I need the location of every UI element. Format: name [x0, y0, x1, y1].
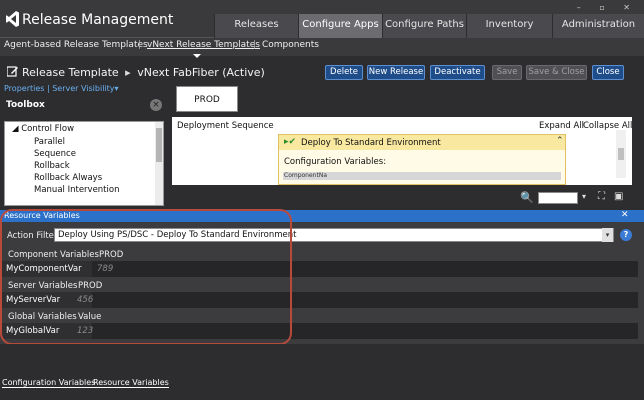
expand-all-link[interactable]: Expand All	[539, 121, 584, 131]
app-title: Release Management	[22, 12, 174, 28]
chevron-down-icon[interactable]: ▾	[602, 228, 613, 242]
deployment-sequence-label: Deployment Sequence	[177, 121, 274, 131]
bottom-area	[0, 344, 644, 400]
toolbox-item-manual-intervention[interactable]: Manual Intervention	[34, 185, 119, 195]
stage-prod[interactable]: PROD	[176, 86, 238, 112]
configuration-variables-label: Configuration Variables:	[284, 157, 387, 167]
tab-resource-variables[interactable]: Resource Variables	[93, 378, 169, 388]
toolbox-scroll-thumb[interactable]	[156, 128, 162, 162]
zoom-input[interactable]	[538, 192, 578, 204]
configuration-variables-row-text: ComponentNa	[284, 172, 327, 179]
toolbox-title: Toolbox	[6, 100, 45, 110]
page-title: Release Template ▸ vNext FabFiber (Activ…	[22, 66, 265, 79]
collapse-chevron-icon[interactable]: ⌃	[556, 136, 564, 146]
toolbox-close-icon[interactable]: ×	[150, 99, 162, 111]
toolbox-item-sequence[interactable]: Sequence	[34, 149, 76, 159]
fit-to-screen-icon[interactable]: ⛶	[598, 191, 605, 202]
tab-inventory[interactable]: Inventory	[466, 14, 552, 38]
delete-button[interactable]: Delete	[325, 65, 363, 80]
tab-administration[interactable]: Administration	[552, 14, 644, 38]
breadcrumb-arrow-icon: ▸	[125, 66, 131, 79]
toolbox-item-parallel[interactable]: Parallel	[34, 137, 65, 147]
subnav-vnext-templates[interactable]: vNext Release Templates	[147, 40, 260, 50]
overview-map-icon[interactable]: ▣	[614, 191, 623, 202]
template-name: vNext FabFiber (Active)	[137, 66, 265, 79]
zoom-dropdown-icon[interactable]: ▾	[582, 192, 586, 201]
edit-pencil-icon	[7, 66, 18, 77]
subnav-agent-based-templates[interactable]: Agent-based Release Templates	[4, 40, 148, 50]
highlight-annotation	[0, 209, 292, 345]
save-close-button[interactable]: Save & Close	[526, 65, 587, 80]
designer-scroll-thumb[interactable]	[618, 148, 624, 160]
tab-configure-apps[interactable]: Configure Apps	[298, 14, 382, 38]
tab-releases[interactable]: Releases	[214, 14, 298, 38]
deploy-activity-icon: ▸✔	[284, 137, 297, 147]
subnav-separator: |	[253, 40, 257, 50]
tab-configure-paths[interactable]: Configure Paths	[382, 14, 466, 38]
subnav-separator: |	[138, 40, 142, 50]
subnav-components[interactable]: Components	[262, 40, 319, 50]
window-controls[interactable]: – ▫ ✕	[577, 3, 638, 12]
toolbox-item-rollback-always[interactable]: Rollback Always	[34, 173, 102, 183]
resource-variables-close-icon[interactable]: ✕	[621, 210, 629, 220]
properties-visibility-links[interactable]: Properties | Server Visibility▾	[4, 84, 119, 93]
deactivate-button[interactable]: Deactivate	[430, 65, 485, 80]
visual-studio-logo-icon	[6, 11, 19, 27]
new-release-button[interactable]: New Release	[367, 65, 425, 80]
toolbox-item-control-flow[interactable]: ◢ Control Flow	[12, 124, 74, 134]
zoom-search-icon[interactable]: 🔍	[520, 191, 534, 204]
close-button[interactable]: Close	[592, 65, 624, 80]
deploy-activity-title: Deploy To Standard Environment	[301, 138, 441, 148]
help-icon[interactable]: ?	[620, 229, 632, 241]
toolbox-item-rollback[interactable]: Rollback	[34, 161, 70, 171]
tab-configuration-variables[interactable]: Configuration Variables	[2, 378, 96, 388]
save-button[interactable]: Save	[492, 65, 522, 80]
page-title-text: Release Template	[22, 66, 119, 79]
